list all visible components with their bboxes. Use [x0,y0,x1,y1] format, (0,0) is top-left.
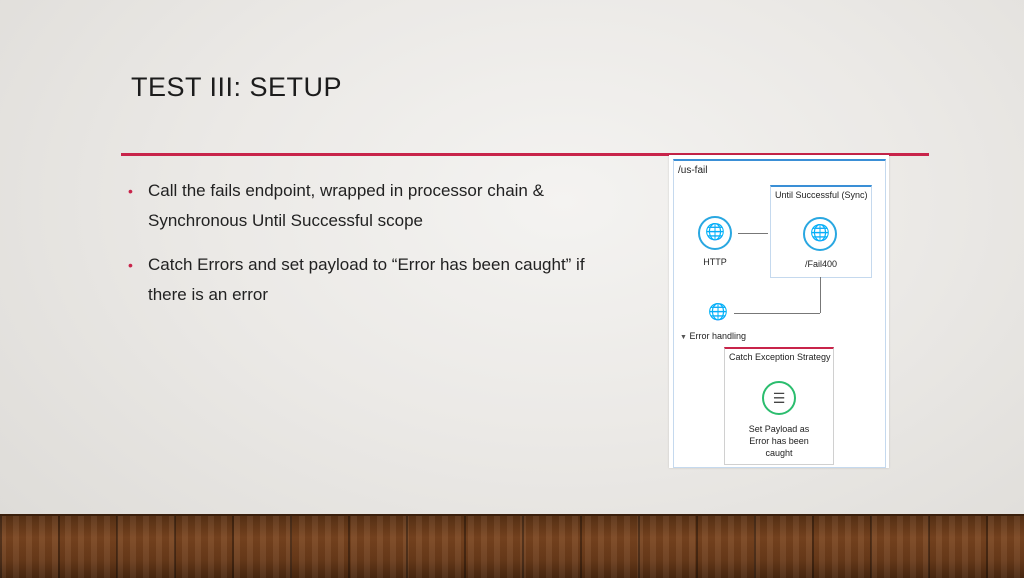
return-line [820,277,821,313]
return-arrow [734,313,820,314]
slide-title: TEST III: SETUP [131,72,343,102]
until-successful-scope: Until Successful (Sync) 🌐 /Fail400 [770,185,872,278]
flow-name: /us-fail [678,165,708,176]
catch-exception-strategy: Catch Exception Strategy ☰ Set Payload a… [724,347,834,465]
http-node: 🌐 [698,216,732,250]
flow-container: /us-fail 🌐 HTTP Until Successful (Sync) … [673,159,886,468]
bullet-item: • Catch Errors and set payload to “Error… [126,250,596,310]
globe-icon: 🌐 [708,304,728,321]
scope-name: Until Successful (Sync) [775,190,868,200]
error-handling-label: Error handling [689,331,746,341]
bullet-dot-icon: • [128,183,133,199]
bullet-text: Catch Errors and set payload to “Error h… [148,255,585,304]
globe-icon: 🌐 [705,224,725,241]
bullet-item: • Call the fails endpoint, wrapped in pr… [126,176,596,236]
fail-endpoint-label: /Fail400 [804,259,838,269]
set-payload-label: Set Payload as Error has been caught [748,424,810,458]
globe-icon: 🌐 [810,225,830,242]
wood-floor [0,514,1024,578]
response-node: 🌐 [708,303,728,323]
set-payload-node: ☰ [762,381,796,415]
flow-diagram-image: /us-fail 🌐 HTTP Until Successful (Sync) … [669,155,889,468]
bullet-text: Call the fails endpoint, wrapped in proc… [148,181,544,230]
document-icon: ☰ [772,389,786,406]
bullet-list: • Call the fails endpoint, wrapped in pr… [126,176,596,324]
flow-arrow [738,233,768,234]
http-label: HTTP [703,257,727,267]
triangle-down-icon: ▼ [680,334,687,341]
fail-endpoint-node: 🌐 [803,217,837,251]
bullet-dot-icon: • [128,257,133,273]
error-handling-header: ▼ Error handling [680,331,746,341]
catch-name: Catch Exception Strategy [729,352,831,362]
